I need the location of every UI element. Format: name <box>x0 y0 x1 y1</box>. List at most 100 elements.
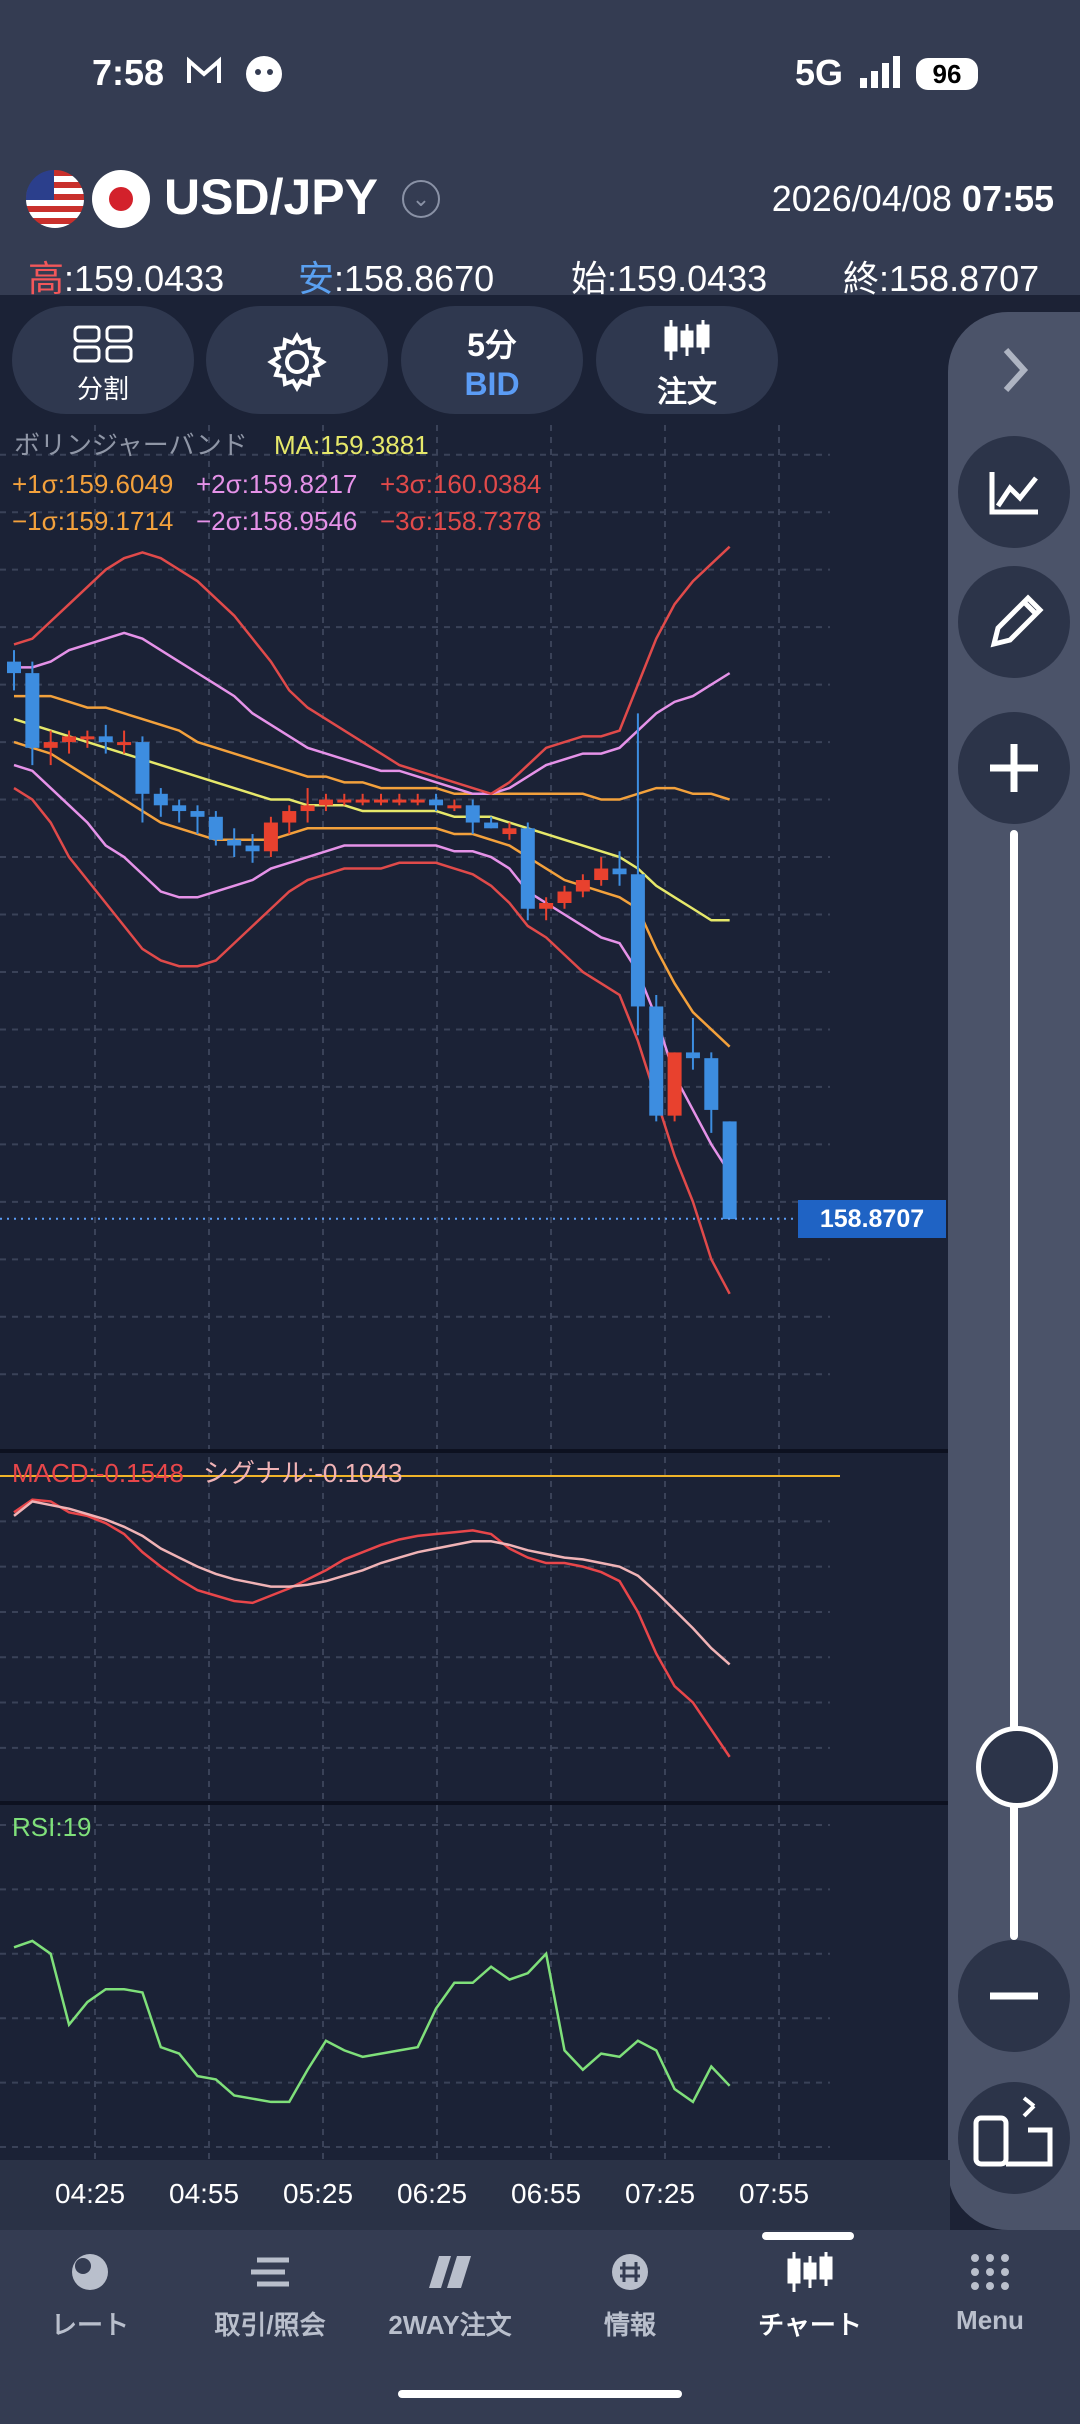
candle-body <box>484 822 499 829</box>
candle-body <box>135 742 150 794</box>
chevron-right-icon <box>1003 347 1029 393</box>
candle-body <box>190 811 205 817</box>
candle-body <box>539 903 554 909</box>
time-axis-tick: 07:25 <box>625 2178 696 2209</box>
time-axis-tick: 04:25 <box>55 2178 126 2209</box>
candle-body <box>410 799 425 803</box>
candle-body <box>153 793 168 806</box>
macd-label: MACD:-0.1548 <box>12 1458 184 1488</box>
candle-body <box>300 805 315 812</box>
signal-line <box>13 1500 731 1666</box>
minus-icon <box>990 1992 1038 2000</box>
bollinger-ma-label: MA:159.3881 <box>274 430 429 460</box>
current-price-tag: 158.8707 <box>798 1199 946 1238</box>
time-axis-tick: 04:55 <box>169 2178 240 2209</box>
rsi-label: RSI:19 <box>12 1812 92 1842</box>
chart-icon <box>787 2252 833 2292</box>
rate-icon <box>72 2254 108 2290</box>
candle-body <box>685 1052 700 1059</box>
zoom-out-button[interactable] <box>958 1940 1070 2052</box>
candle-body <box>227 839 242 846</box>
candle-body <box>520 828 535 909</box>
time-axis-tick: 07:55 <box>739 2178 810 2209</box>
candle-body <box>263 822 278 852</box>
candle-body <box>447 805 462 809</box>
bollinger-line-5 <box>13 763 731 1174</box>
time-axis-tick: 06:25 <box>397 2178 468 2209</box>
trade-icon <box>251 2257 289 2287</box>
candle-body <box>25 673 40 748</box>
candle-body <box>649 1006 664 1116</box>
candle-body <box>374 799 388 803</box>
candle-body <box>429 799 444 806</box>
candle-body <box>667 1052 682 1116</box>
bollinger-plus2-label: +2σ:159.8217 <box>196 469 357 499</box>
candle-body <box>245 845 260 852</box>
nav-menu[interactable]: Menu <box>900 2250 1080 2336</box>
candle-body <box>722 1121 737 1220</box>
macd-signal-label: シグナル:-0.1043 <box>203 1458 402 1488</box>
candle-body <box>282 811 297 823</box>
zoom-in-button[interactable] <box>958 712 1070 824</box>
notification-icon <box>244 54 284 102</box>
switch-layout-button[interactable] <box>958 2082 1070 2194</box>
nav-info[interactable]: 情報 <box>540 2250 720 2342</box>
candle-body <box>318 799 333 806</box>
candle-body <box>208 816 223 840</box>
signal-icon <box>858 54 902 98</box>
nav-chart[interactable]: チャート <box>720 2250 900 2342</box>
status-time: 7:58 <box>92 52 165 93</box>
chart-svg: ボリンジャーバンド MA:159.3881 +1σ:159.6049 +2σ:1… <box>0 425 950 2160</box>
menu-grid-icon <box>971 2254 1009 2290</box>
candle-body <box>630 874 645 1007</box>
candle-body <box>392 799 407 803</box>
candle-body <box>612 868 627 875</box>
bollinger-line-3 <box>13 545 731 796</box>
zoom-slider-knob[interactable] <box>976 1726 1058 1808</box>
candle-body <box>557 891 572 904</box>
bollinger-plus1-label: +1σ:159.6049 <box>12 469 173 499</box>
bollinger-minus3-label: −3σ:158.7378 <box>380 506 541 536</box>
candle-body <box>502 828 517 835</box>
candle-body <box>62 736 77 743</box>
battery-icon: 96 <box>916 58 978 90</box>
candle-body <box>172 805 187 812</box>
status-bar: 7:58 5G 96 <box>0 0 1080 150</box>
macd-line <box>13 1498 731 1758</box>
candle-body <box>43 742 58 748</box>
bollinger-plus3-label: +3σ:160.0384 <box>380 469 541 499</box>
bollinger-minus1-label: −1σ:159.1714 <box>12 506 173 536</box>
chart-datetime: 2026/04/08 07:55 <box>772 178 1054 220</box>
network-label: 5G <box>795 52 844 93</box>
candle-body <box>704 1058 719 1110</box>
candle-body <box>80 736 95 740</box>
currency-pair[interactable]: USD/JPY <box>164 168 378 226</box>
bollinger-title: ボリンジャーバンド <box>14 430 248 460</box>
active-tab-indicator <box>762 2232 854 2240</box>
home-indicator <box>398 2390 682 2398</box>
candle-body <box>117 742 132 746</box>
collapse-panel-button[interactable] <box>958 314 1070 426</box>
indicator-button[interactable] <box>958 436 1070 548</box>
nav-rate[interactable]: レート <box>0 2250 180 2342</box>
plus-icon <box>990 744 1038 792</box>
bollinger-minus2-label: −2σ:158.9546 <box>196 506 357 536</box>
nav-trade[interactable]: 取引/照会 <box>180 2250 360 2342</box>
candle-body <box>465 805 480 823</box>
japan-flag-icon <box>92 170 150 228</box>
mail-icon <box>186 56 222 94</box>
twoway-icon <box>429 2256 471 2288</box>
draw-button[interactable] <box>958 566 1070 678</box>
us-flag-icon <box>26 170 84 228</box>
nav-2way[interactable]: 2WAY注文 <box>360 2250 540 2342</box>
candle-body <box>337 799 352 803</box>
chart-date: 2026/04/08 <box>771 178 952 219</box>
time-axis-tick: 06:55 <box>511 2178 582 2209</box>
candle-body <box>355 799 370 803</box>
chevron-down-icon[interactable]: ⌄ <box>402 180 440 218</box>
info-icon <box>612 2254 648 2290</box>
rsi-line <box>13 1939 731 2104</box>
rotate-screen-icon <box>973 2096 1053 2167</box>
candle-body <box>594 868 609 881</box>
candle-body <box>7 661 21 674</box>
